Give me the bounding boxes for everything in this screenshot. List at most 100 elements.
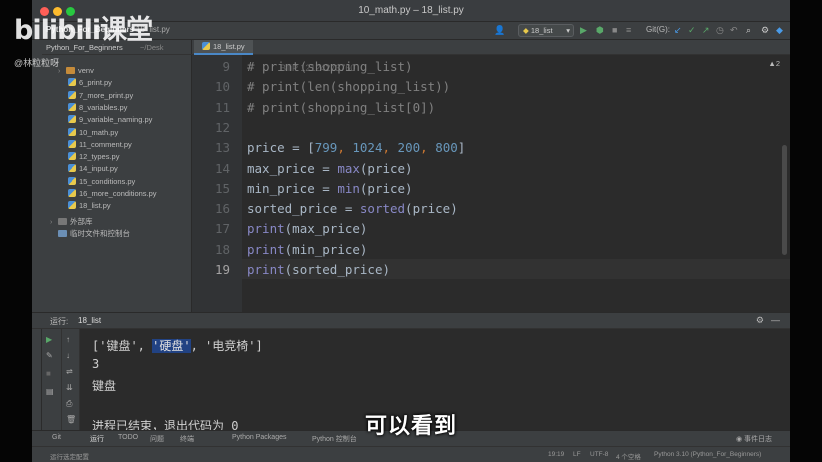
tree-file[interactable]: 6_print.py [68,78,112,90]
ide-window: 10_math.py – 18_list.py Python_For_Begin… [32,0,790,462]
stop-icon[interactable]: ■ [46,369,51,378]
git-commit-icon[interactable]: ✓ [688,25,696,36]
tree-label: 12_types.py [79,152,120,162]
line-number: 17 [214,221,230,237]
tree-label: 10_math.py [79,127,119,137]
tree-label: 7_more_print.py [79,90,134,100]
bottom-tab[interactable]: Python Packages [232,434,286,441]
layout-icon[interactable]: ▤ [46,387,54,396]
search-icon[interactable]: ⌕ [746,25,751,36]
tree-label: 外部库 [70,217,93,226]
bottom-tab[interactable]: 问题 [150,434,164,444]
rerun-icon[interactable]: ▶ [46,335,52,344]
run-tab-18-list[interactable]: 18_list [78,316,101,325]
python-file-icon [68,152,76,161]
tree-file[interactable]: 7_more_print.py [68,90,134,103]
tree-file[interactable]: 15_conditions.py [68,176,135,189]
event-log-tab[interactable]: ◉ 事件日志 [736,434,772,444]
debug-icon[interactable]: ⬢ [596,25,604,36]
code-line: min_price = min(price) [247,180,413,196]
line-number: 11 [214,99,230,115]
tree-file[interactable]: 11_comment.py [68,139,132,152]
code-line: print(max_price) [247,221,368,237]
output-line-list: ['键盘', '硬盘', '电竞椅'] [92,337,263,354]
bottom-tab[interactable]: 运行 [90,434,104,444]
wrench-icon[interactable]: ✎ [46,351,53,360]
chevron-right-icon: › [50,219,53,226]
event-log-label: 事件日志 [744,436,772,443]
indent-setting[interactable]: 4 个空格 [616,451,641,461]
settings-icon[interactable]: ⚙ [761,25,769,36]
scroll-end-icon[interactable]: ⇊ [66,383,73,392]
status-bar: 运行选定配置 19:19 LF UTF-8 4 个空格 Python 3.10 … [32,446,790,462]
python-file-icon [68,189,76,197]
up-arrow-icon[interactable]: ↑ [66,335,70,344]
tree-file[interactable]: 16_more_conditions.py [68,189,157,201]
bottom-tab[interactable]: TODO [118,434,138,441]
print-icon[interactable]: ⎙ [66,399,72,409]
code-line: # print(shopping_list[0]) [247,99,436,115]
video-subtitle: 可以看到 [365,413,458,438]
python-file-icon [202,42,210,50]
run-label: 运行: [50,317,69,326]
tab-18-list[interactable]: 18_list.py [194,40,253,55]
tree-label: 8_variables.py [79,102,128,112]
tree-scratches[interactable]: 临时文件和控制台 [58,228,130,240]
minimize-icon[interactable]: — [771,315,780,325]
bottom-tab[interactable]: Python 控制台 [312,434,357,444]
tree-file[interactable]: 12_types.py [68,152,119,164]
inspection-warnings[interactable]: ▲2 [768,59,780,68]
user-icon[interactable]: 👤 [494,25,505,36]
git-history-icon[interactable]: ◷ [716,25,724,36]
editor-scrollbar[interactable] [782,145,787,255]
tree-label: 16_more_conditions.py [79,189,157,198]
git-update-icon[interactable]: ↙ [674,25,682,36]
down-arrow-icon[interactable]: ↓ [66,351,70,360]
line-number: 15 [214,180,230,196]
line-number: 19 [214,262,230,277]
tree-folder-venv[interactable]: › venv [58,66,94,78]
line-number: 9 [222,59,230,74]
python-interpreter[interactable]: Python 3.10 (Python_For_Beginners) [654,451,761,458]
code-line: price = [799, 1024, 200, 800] [247,140,466,156]
soft-wrap-icon[interactable]: ⇌ [66,367,73,376]
chevron-right-icon: › [58,68,61,75]
console-icon [58,230,67,237]
project-panel: Python_For_Beginners ~/Desk › venv 6_print… [32,40,192,312]
code-line: sorted_price = sorted(price) [247,201,458,217]
file-encoding[interactable]: UTF-8 [590,451,608,458]
updates-icon[interactable]: ◆ [776,25,783,36]
tree-file[interactable]: 18_list.py [68,201,111,213]
tree-external-libraries[interactable]: › 外部库 [50,216,93,228]
python-file-icon [68,164,76,173]
code-line: max_price = max(price) [247,160,413,176]
line-number: 14 [214,160,230,176]
tree-file[interactable]: 14_input.py [68,164,118,176]
tree-file[interactable]: 10_math.py [68,127,119,140]
stop-icon[interactable]: ■ [612,25,617,35]
run-toolbar-secondary: ↑ ↓ ⇌ ⇊ ⎙ 🗑 [62,329,80,430]
line-separator[interactable]: LF [573,451,581,458]
coverage-icon[interactable]: ≡ [626,25,631,35]
run-icon[interactable]: ▶ [580,25,587,36]
tree-file[interactable]: 8_variables.py [68,102,128,115]
bottom-tab[interactable]: Git [52,434,61,441]
rollback-icon[interactable]: ↶ [730,25,738,36]
python-file-icon [68,139,76,148]
trash-icon[interactable]: 🗑 [66,415,76,424]
line-number: 13 [214,140,230,156]
code-editor[interactable]: BiliP 12124273760 ▲2 # print(shopping_li… [242,55,790,312]
tree-file[interactable]: 9_variable_naming.py [68,115,152,127]
settings-icon[interactable]: ⚙ [756,315,764,326]
git-push-icon[interactable]: ↗ [702,25,710,36]
line-number: 12 [214,119,230,135]
run-config-select[interactable]: ◆ 18_list ▾ [518,24,574,37]
tree-label: 11_comment.py [79,139,132,149]
caret-position[interactable]: 19:19 [548,451,564,458]
line-number: 16 [214,201,230,217]
uploader-watermark: @林粒粒呀 [14,58,60,68]
python-file-icon [68,201,76,210]
bottom-tab[interactable]: 终端 [180,434,194,444]
status-message: 运行选定配置 [50,454,89,461]
code-line: # print(len(shopping_list)) [247,79,451,95]
